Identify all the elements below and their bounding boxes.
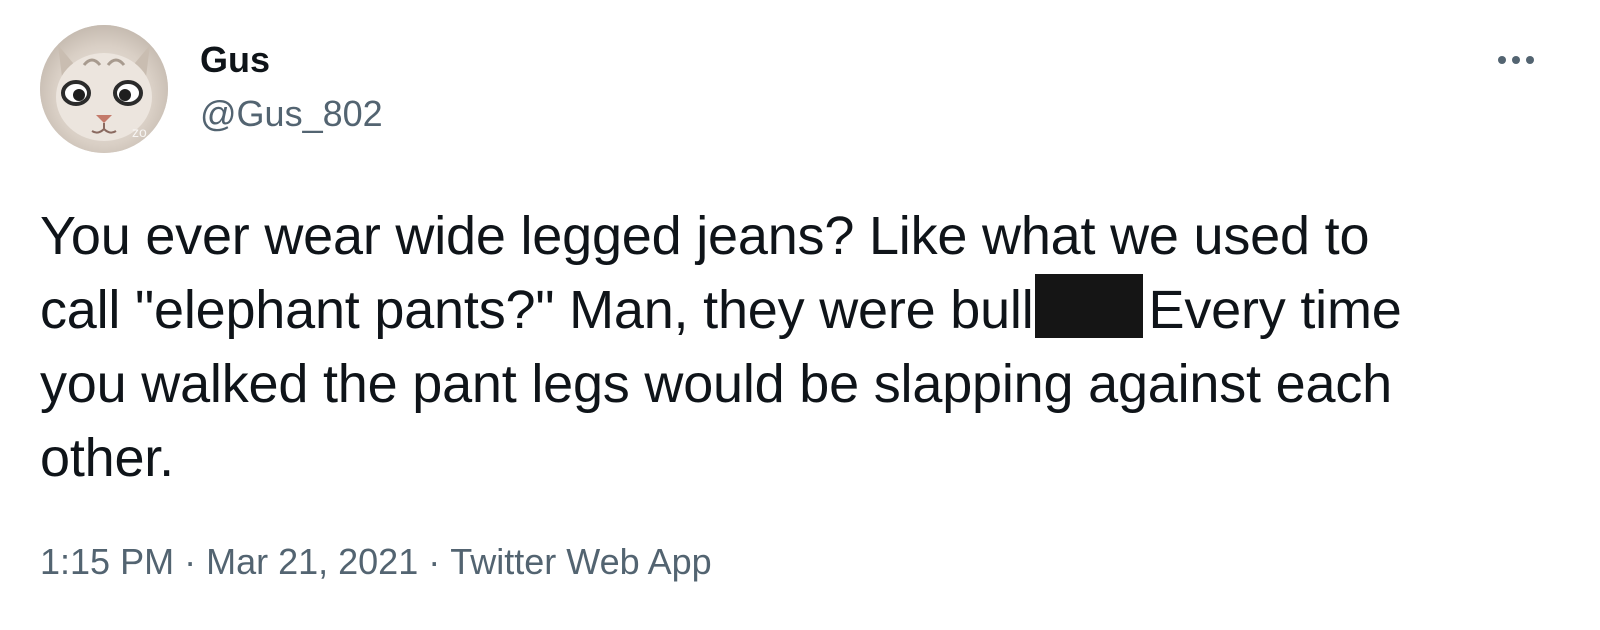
- tweet-text-segment: Every time: [1148, 280, 1402, 340]
- more-horizontal-icon: [1526, 56, 1534, 64]
- tweet-source[interactable]: Twitter Web App: [450, 541, 711, 582]
- tweet-meta: 1:15 PM · Mar 21, 2021 · Twitter Web App: [40, 538, 712, 586]
- tweet-text-line: You ever wear wide legged jeans? Like wh…: [40, 206, 1370, 266]
- separator-dot: ·: [184, 541, 197, 582]
- tweet-text-segment: call "elephant pants?" Man, they were bu…: [40, 280, 1034, 340]
- redaction-block: [1034, 274, 1143, 338]
- author-name[interactable]: Gus: [200, 38, 270, 82]
- more-horizontal-icon: [1498, 56, 1506, 64]
- tweet-text: You ever wear wide legged jeans? Like wh…: [40, 199, 1550, 495]
- tweet-text-line: call "elephant pants?" Man, they were bu…: [40, 273, 1550, 347]
- more-horizontal-icon: [1512, 56, 1520, 64]
- svg-text:zo: zo: [132, 124, 147, 140]
- avatar[interactable]: zo: [40, 25, 168, 153]
- tweet-card: zo Gus @Gus_802 You ever wear wide legge…: [0, 0, 1600, 630]
- tweet-text-line: you walked the pant legs would be slappi…: [40, 354, 1392, 414]
- tweet-text-line: other.: [40, 428, 174, 488]
- author-handle[interactable]: @Gus_802: [200, 92, 383, 136]
- tweet-time[interactable]: 1:15 PM: [40, 541, 174, 582]
- more-options-button[interactable]: [1488, 40, 1544, 80]
- cat-face-avatar-icon: zo: [40, 25, 168, 153]
- separator-dot: ·: [428, 541, 441, 582]
- tweet-date[interactable]: Mar 21, 2021: [206, 541, 418, 582]
